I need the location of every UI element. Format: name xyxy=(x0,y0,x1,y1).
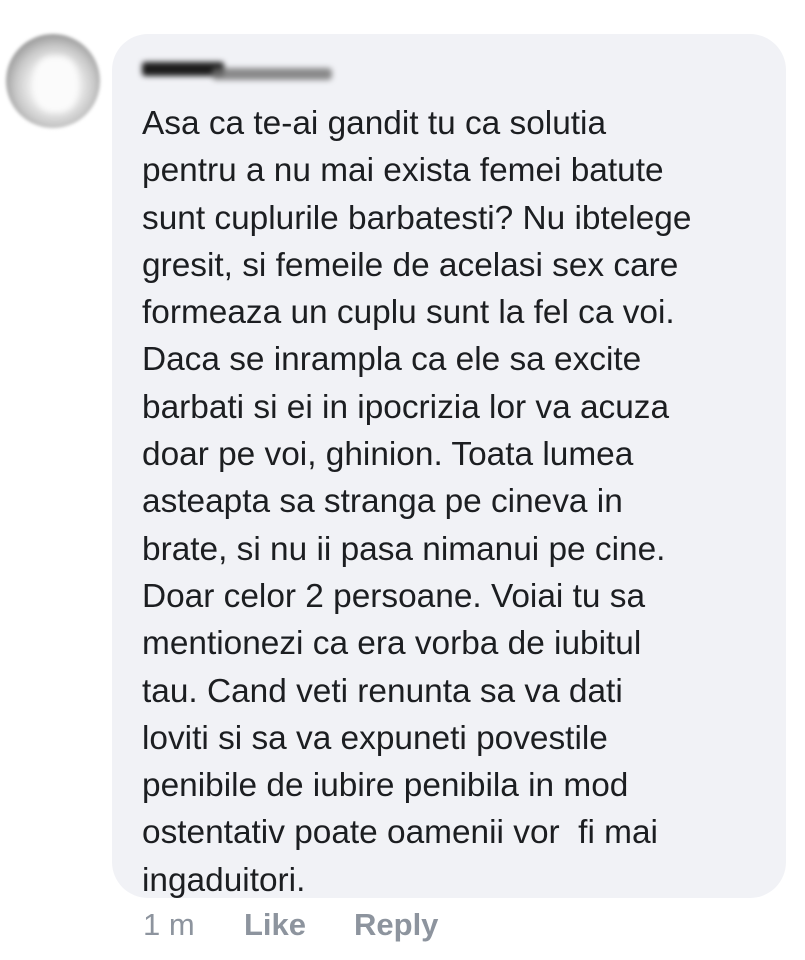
redaction-block xyxy=(212,68,332,80)
comment-text-line: barbati si ei in ipocrizia lor va acuza xyxy=(142,388,670,426)
comment-text-line: Doar celor 2 persoane. Voiai tu sa xyxy=(142,577,646,615)
comment-text-line: loviti si sa va expuneti povestile xyxy=(142,719,608,757)
comment-text-line: pentru a nu mai exista femei batute xyxy=(142,152,664,190)
reply-button[interactable]: Reply xyxy=(354,905,438,945)
comment-text-line: penibile de iubire penibila in mod xyxy=(142,767,629,805)
comment-text-line: tau. Cand veti renunta sa va dati xyxy=(142,672,623,710)
comment-text: Asa ca te-ai gandit tu ca solutia pentru… xyxy=(142,100,762,904)
like-button[interactable]: Like xyxy=(244,905,306,945)
comment-text-line: formeaza un cuplu sunt la fel ca voi. xyxy=(142,294,675,332)
comment-text-line: sunt cuplurile barbatesti? Nu ibtelege xyxy=(142,199,692,237)
comment-timestamp[interactable]: 1 m xyxy=(143,905,195,945)
comment-text-line: Asa ca te-ai gandit tu ca solutia xyxy=(142,105,607,142)
comment-text-line: doar pe voi, ghinion. Toata lumea xyxy=(142,436,634,474)
avatar-image xyxy=(34,56,78,112)
avatar[interactable] xyxy=(6,34,100,128)
comment-text-line: ingaduitori. xyxy=(142,861,306,899)
comment: Asa ca te-ai gandit tu ca solutia pentru… xyxy=(0,0,805,960)
comment-bubble: Asa ca te-ai gandit tu ca solutia pentru… xyxy=(112,34,786,899)
comment-text-line: asteapta sa stranga pe cineva in xyxy=(142,483,623,521)
comment-text-line: ostentativ poate oamenii vor fi mai xyxy=(142,814,658,852)
comment-text-line: mentionezi ca era vorba de iubitul xyxy=(142,625,642,663)
comment-text-line: brate, si nu ii pasa nimanui pe cine. xyxy=(142,530,666,568)
comment-text-line: Daca se inrampla ca ele sa excite xyxy=(142,341,642,379)
comment-text-line: gresit, si femeile de acelasi sex care xyxy=(142,246,679,284)
author-name-redacted[interactable] xyxy=(142,58,342,86)
